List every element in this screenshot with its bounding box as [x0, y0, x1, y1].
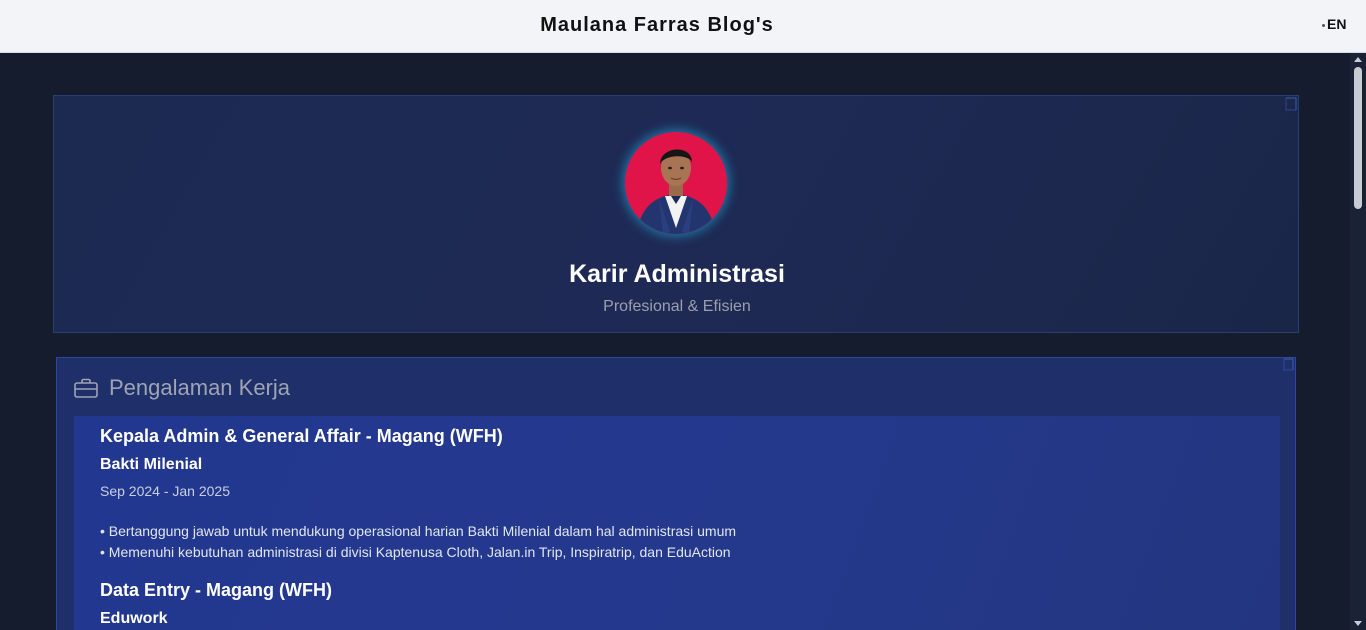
scroll-down-arrow-icon[interactable] [1354, 621, 1362, 626]
job-title: Kepala Admin & General Affair - Magang (… [100, 426, 503, 446]
language-indicator-icon [1322, 23, 1325, 27]
hero-subtitle: Profesional & Efisien [603, 298, 751, 315]
work-experience-section: Pengalaman Kerja Kepala Admin & General … [56, 357, 1296, 630]
hero-section: Karir Administrasi Profesional & Efisien [53, 95, 1299, 333]
job-bullet: • Memenuhi kebutuhan administrasi di div… [100, 544, 731, 560]
profile-avatar [625, 132, 727, 234]
briefcase-icon [74, 378, 98, 398]
corner-decoration-icon [1285, 97, 1297, 111]
scrollbar-thumb[interactable] [1354, 67, 1362, 209]
page-scrollbar[interactable] [1350, 53, 1366, 630]
job-item: Data Entry - Magang (WFH) Eduwork [100, 580, 332, 628]
hero-title: Karir Administrasi [569, 260, 785, 288]
job-title: Data Entry - Magang (WFH) [100, 580, 332, 600]
section-title: Pengalaman Kerja [109, 375, 291, 400]
job-company: Bakti Milenial [100, 456, 203, 473]
profile-photo [625, 132, 727, 234]
section-header: Pengalaman Kerja [74, 375, 290, 401]
job-bullet: • Bertanggung jawab untuk mendukung oper… [100, 523, 737, 539]
language-toggle[interactable]: EN [1322, 16, 1346, 32]
corner-decoration-icon [1283, 358, 1294, 371]
site-title[interactable]: Maulana Farras Blog's [0, 14, 1314, 37]
job-responsibilities: • Bertanggung jawab untuk mendukung oper… [100, 521, 736, 563]
experience-card: Kepala Admin & General Affair - Magang (… [74, 416, 1280, 630]
language-label: EN [1327, 16, 1347, 32]
job-item: Kepala Admin & General Affair - Magang (… [100, 426, 736, 563]
job-period: Sep 2024 - Jan 2025 [100, 483, 230, 499]
top-navbar: Maulana Farras Blog's EN [0, 0, 1366, 53]
scroll-up-arrow-icon[interactable] [1354, 57, 1362, 62]
job-company: Eduwork [100, 610, 168, 627]
